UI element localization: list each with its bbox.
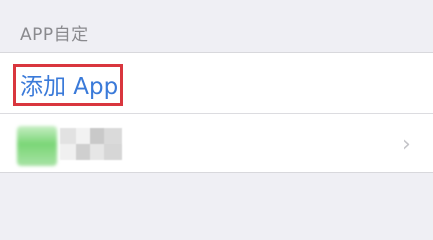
add-app-label: 添加 App [20,74,119,100]
blurred-app-icon [17,126,57,166]
section-header: APP自定 [0,0,433,52]
blurred-app-name [60,128,122,164]
add-app-row[interactable]: 添加 App [0,53,433,113]
app-row[interactable]: › [0,114,433,173]
chevron-right-icon: › [402,132,411,157]
section-header-label: APP自定 [20,25,89,45]
settings-group: 添加 App › [0,52,433,173]
